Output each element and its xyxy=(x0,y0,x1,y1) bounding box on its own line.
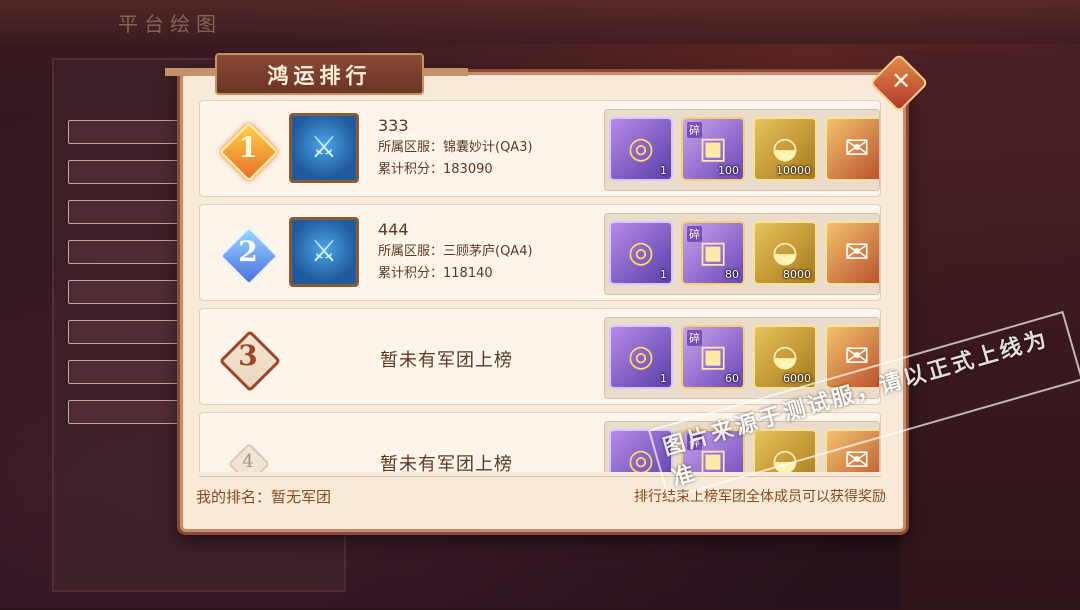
empty-slot-text: 暂未有军团上榜 xyxy=(380,350,513,371)
reward-gold-ingot[interactable]: ◒ 10000 xyxy=(753,117,817,181)
reward-treasure-chest[interactable]: 碎 ▣ 60 xyxy=(681,325,745,389)
reward-gold-ingot[interactable]: ◒ 8000 xyxy=(753,221,817,285)
background-row xyxy=(68,160,198,184)
red-envelope-icon: ✉ xyxy=(844,235,870,270)
purple-orb-icon: ◎ xyxy=(627,235,655,270)
background-title: 平台绘图 xyxy=(118,12,222,36)
reward-strip: ◎ 1 碎 ▣ 80 ◒ 8000 ✉ xyxy=(604,213,880,295)
guild-server: 所属区服：三顾茅庐(QA4) xyxy=(378,244,533,259)
background-top-bar: 平台绘图 xyxy=(0,0,1080,44)
reward-purple-orb[interactable]: ◎ 1 xyxy=(609,325,673,389)
background-row xyxy=(68,360,198,384)
guild-name: 333 xyxy=(378,116,409,135)
reward-gold-ingot[interactable]: ◒ 6000 xyxy=(753,325,817,389)
gold-ingot-icon: ◒ xyxy=(771,339,799,374)
guild-score: 累计积分：183090 xyxy=(378,162,493,177)
red-envelope-icon: ✉ xyxy=(844,131,870,166)
ranking-row: 3 暂未有军团上榜 ◎ 1 碎 ▣ 60 ◒ 6000 ✉ xyxy=(199,308,881,405)
ranking-row: 1 ⚔ 333 所属区服：锦囊妙计(QA3) 累计积分：183090 ◎ 1 碎 ▣… xyxy=(199,100,881,197)
empty-slot-text: 暂未有军团上榜 xyxy=(380,454,513,472)
guild-name: 444 xyxy=(378,220,409,239)
rank-badge: 4 xyxy=(222,437,274,472)
reward-treasure-chest[interactable]: 碎 ▣ 80 xyxy=(681,221,745,285)
background-row xyxy=(68,280,198,304)
gold-ingot-icon: ◒ xyxy=(771,131,799,166)
background-row xyxy=(68,400,198,424)
purple-orb-icon: ◎ xyxy=(627,339,655,374)
gold-ingot-icon: ◒ xyxy=(771,235,799,270)
rank-number: 2 xyxy=(238,235,258,268)
treasure-chest-icon: ▣ xyxy=(698,235,728,270)
rank-number: 3 xyxy=(238,339,258,372)
sword-icon: ⚔ xyxy=(310,130,338,165)
guild-info: 444 所属区服：三顾茅庐(QA4) 累计积分：118140 xyxy=(378,219,533,285)
background-row xyxy=(68,120,198,144)
background-row xyxy=(68,200,198,224)
reward-treasure-chest[interactable]: 碎 ▣ 100 xyxy=(681,117,745,181)
rank-number: 1 xyxy=(238,131,258,164)
my-rank-text: 我的排名：暂无军团 xyxy=(196,488,332,506)
guild-info: 333 所属区服：锦囊妙计(QA3) 累计积分：183090 xyxy=(378,115,533,181)
reward-purple-orb[interactable]: ◎ 1 xyxy=(609,221,673,285)
reward-red-envelope[interactable]: ✉ xyxy=(825,117,879,181)
reward-purple-orb[interactable]: ◎ 1 xyxy=(609,117,673,181)
background-row xyxy=(68,320,198,344)
title-ornament-left xyxy=(165,68,220,76)
guild-server: 所属区服：锦囊妙计(QA3) xyxy=(378,140,533,155)
treasure-chest-icon: ▣ xyxy=(698,131,728,166)
rank-badge: 1 xyxy=(219,122,279,182)
dialog-title: 鸿运排行 xyxy=(267,63,372,88)
reward-strip: ◎ 1 碎 ▣ 100 ◒ 10000 ✉ xyxy=(604,109,880,191)
guild-emblem-icon[interactable]: ⚔ xyxy=(289,113,359,183)
footer-divider xyxy=(199,476,881,477)
rank-number: 4 xyxy=(242,451,254,472)
purple-orb-icon: ◎ xyxy=(627,131,655,166)
rank-badge: 2 xyxy=(219,226,279,286)
sword-icon: ⚔ xyxy=(310,234,338,269)
title-ornament-right xyxy=(418,68,468,76)
guild-score: 累计积分：118140 xyxy=(378,266,493,281)
ranking-row: 2 ⚔ 444 所属区服：三顾茅庐(QA4) 累计积分：118140 ◎ 1 碎 ▣… xyxy=(199,204,881,301)
dialog-title-tab: 鸿运排行 xyxy=(215,53,424,95)
rank-badge: 3 xyxy=(218,329,282,393)
treasure-chest-icon: ▣ xyxy=(698,339,728,374)
guild-emblem-icon[interactable]: ⚔ xyxy=(289,217,359,287)
reward-red-envelope[interactable]: ✉ xyxy=(825,221,879,285)
dialog-footer: 我的排名：暂无军团 排行结束上榜军团全体成员可以获得奖励 xyxy=(196,486,886,510)
background-row xyxy=(68,240,198,264)
close-icon: ✕ xyxy=(891,66,912,95)
